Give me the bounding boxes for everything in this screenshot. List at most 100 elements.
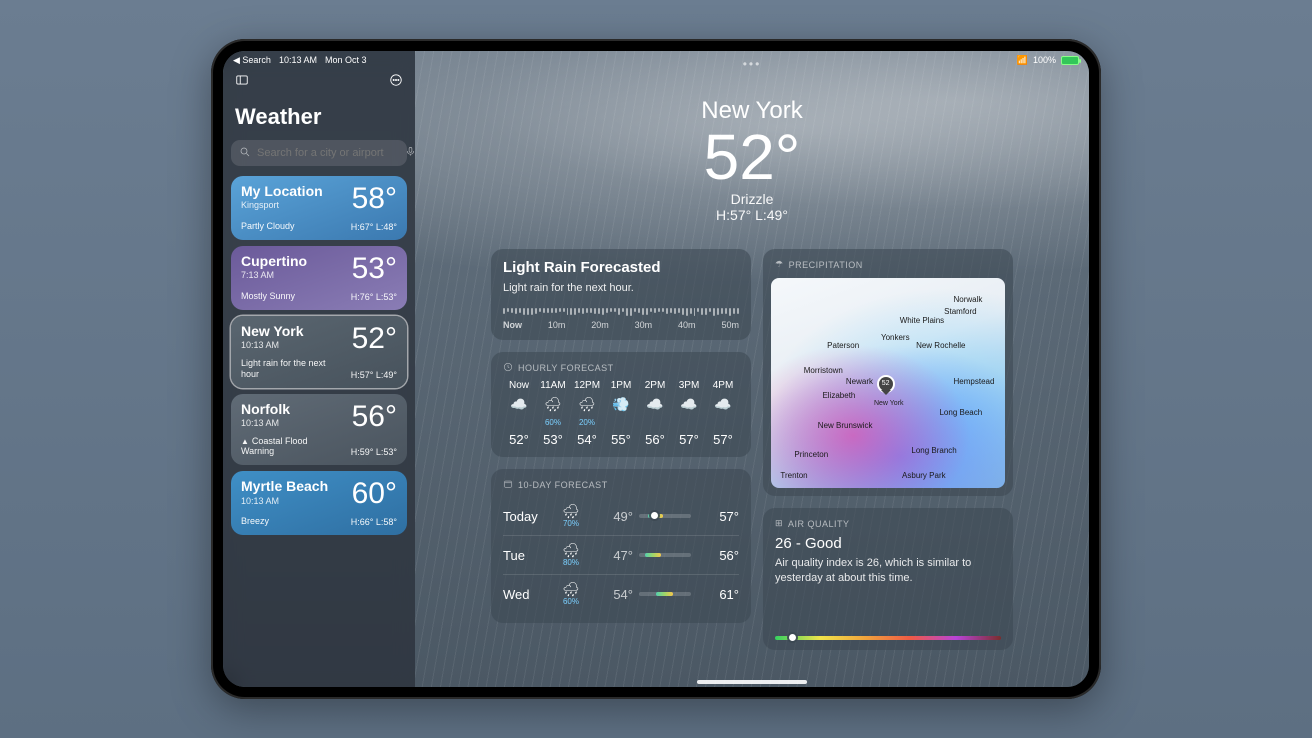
hero-condition: Drizzle <box>435 191 1069 207</box>
daily-card[interactable]: 10-DAY FORECAST Today🌧70%49°57°Tue🌧80%47… <box>491 469 751 623</box>
hour-precip <box>518 418 520 427</box>
aq-header: AIR QUALITY <box>788 519 850 529</box>
map-pin-city: New York <box>874 400 904 407</box>
city-card-myrtle-beach[interactable]: Myrtle Beach10:13 AM60°BreezyH:66° L:58° <box>231 471 407 535</box>
city-temp: 53° <box>352 254 397 284</box>
city-condition: Mostly Sunny <box>241 291 295 302</box>
day-precip: 70% <box>557 519 585 528</box>
weather-icon: 🌧 <box>544 396 562 413</box>
weather-icon: 🌧 <box>557 543 585 557</box>
day-precip: 80% <box>557 558 585 567</box>
city-card-norfolk[interactable]: Norfolk10:13 AM56°Coastal Flood WarningH… <box>231 394 407 466</box>
hourly-card[interactable]: HOURLY FORECAST Now☁️ 52°11AM🌧60%53°12PM… <box>491 352 751 457</box>
hour-time: 2PM <box>645 380 666 391</box>
hour-time: 3PM <box>679 380 700 391</box>
search-field[interactable] <box>231 140 407 166</box>
search-input[interactable] <box>257 147 399 159</box>
nowcast-label: 30m <box>635 320 653 330</box>
map-label: Morristown <box>804 366 843 375</box>
hero-high-low: H:57° L:49° <box>435 207 1069 223</box>
day-high: 56° <box>697 548 739 563</box>
city-high-low: H:66° L:58° <box>351 517 397 527</box>
daily-row: Wed🌧60%54°61° <box>503 574 739 613</box>
weather-icon: ☁️ <box>646 396 663 413</box>
city-sub: 10:13 AM <box>241 496 328 506</box>
map-label: Long Branch <box>911 446 956 455</box>
hour-temp: 55° <box>611 432 631 447</box>
precip-map[interactable]: 52 New York NorwalkStamfordWhite PlainsY… <box>771 278 1005 488</box>
day-high: 57° <box>697 509 739 524</box>
map-label: White Plains <box>900 316 944 325</box>
city-card-my-location[interactable]: My LocationKingsport 58° Partly Cloudy H:67… <box>231 176 407 240</box>
ipad-frame: ◀ Search 10:13 AM Mon Oct 3 📶 100% Weath… <box>211 39 1101 699</box>
precip-header: PRECIPITATION <box>789 260 863 270</box>
nowcast-sub: Light rain for the next hour. <box>503 282 739 294</box>
nowcast-label: 20m <box>591 320 609 330</box>
weather-icon: ☁️ <box>680 396 697 413</box>
hour-time: 11AM <box>540 380 565 391</box>
city-name: New York <box>241 324 304 339</box>
map-label: Asbury Park <box>902 471 946 480</box>
city-list: My LocationKingsport 58° Partly Cloudy H:67… <box>231 176 407 535</box>
city-card-cupertino[interactable]: Cupertino7:13 AM 53° Mostly Sunny H:76° L:5… <box>231 246 407 310</box>
nowcast-ticks <box>503 308 739 316</box>
temp-range-bar <box>639 553 691 557</box>
city-card-new-york[interactable]: New York10:13 AM52°Light rain for the ne… <box>231 316 407 388</box>
temp-range-bar <box>639 514 691 518</box>
weather-icon: 💨 <box>612 396 629 413</box>
day-icon-wrap: 🌧60% <box>557 582 585 606</box>
day-name: Tue <box>503 548 551 563</box>
map-label: Yonkers <box>881 333 910 342</box>
hour-time: Now <box>509 380 529 391</box>
hour-precip <box>654 418 656 427</box>
home-indicator[interactable] <box>697 680 807 684</box>
hour-col: 3PM☁️ 57° <box>673 380 705 447</box>
back-search-link[interactable]: ◀ Search <box>233 55 271 66</box>
city-sub: Kingsport <box>241 200 323 210</box>
search-icon <box>239 146 251 161</box>
hour-col: 1PM💨 55° <box>605 380 637 447</box>
city-sub: 10:13 AM <box>241 340 304 350</box>
city-temp: 58° <box>352 184 397 214</box>
weather-icon: ☁️ <box>510 396 527 413</box>
city-name: Norfolk <box>241 402 290 417</box>
map-label: Elizabeth <box>822 391 855 400</box>
city-sub: 7:13 AM <box>241 270 307 280</box>
city-high-low: H:67° L:48° <box>351 222 397 232</box>
umbrella-icon: ☂ <box>775 259 784 270</box>
nowcast-labels: Now10m20m30m40m50m <box>503 320 739 330</box>
nowcast-card[interactable]: Light Rain Forecasted Light rain for the… <box>491 249 751 340</box>
map-pin: 52 <box>879 377 893 391</box>
air-quality-card[interactable]: ⊞ AIR QUALITY 26 - Good Air quality inde… <box>763 508 1013 650</box>
hour-temp: 56° <box>645 432 665 447</box>
battery-percent: 100% <box>1033 55 1056 65</box>
map-label: Princeton <box>794 450 828 459</box>
nowcast-label: Now <box>503 320 522 330</box>
daily-list: Today🌧70%49°57°Tue🌧80%47°56°Wed🌧60%54°61… <box>503 497 739 613</box>
weather-icon: 🌧 <box>557 582 585 596</box>
nowcast-label: 50m <box>721 320 739 330</box>
precipitation-card[interactable]: ☂ PRECIPITATION 52 New York NorwalkStamf… <box>763 249 1013 496</box>
city-name: Cupertino <box>241 254 307 269</box>
nowcast-title: Light Rain Forecasted <box>503 259 739 276</box>
hour-precip: 60% <box>545 418 561 427</box>
hour-temp: 52° <box>509 432 529 447</box>
weather-icon: 🌧 <box>578 396 596 413</box>
city-high-low: H:76° L:53° <box>351 292 397 302</box>
map-label: Norwalk <box>954 295 983 304</box>
hour-time: 4PM <box>713 380 734 391</box>
city-condition: Partly Cloudy <box>241 221 295 232</box>
hero: New York 52° Drizzle H:57° L:49° <box>435 97 1069 223</box>
status-date: Mon Oct 3 <box>325 55 367 65</box>
aq-desc: Air quality index is 26, which is simila… <box>775 556 1001 586</box>
day-name: Today <box>503 509 551 524</box>
more-icon[interactable] <box>389 73 403 92</box>
calendar-icon <box>503 479 513 491</box>
city-name: My Location <box>241 184 323 199</box>
sidebar: Weather My LocationKingsport58°Partly Cl… <box>223 51 415 687</box>
day-precip: 60% <box>557 597 585 606</box>
sidebar-toggle-icon[interactable] <box>235 73 249 92</box>
hour-temp: 53° <box>543 432 563 447</box>
nowcast-label: 40m <box>678 320 696 330</box>
city-temp: 60° <box>352 479 397 509</box>
